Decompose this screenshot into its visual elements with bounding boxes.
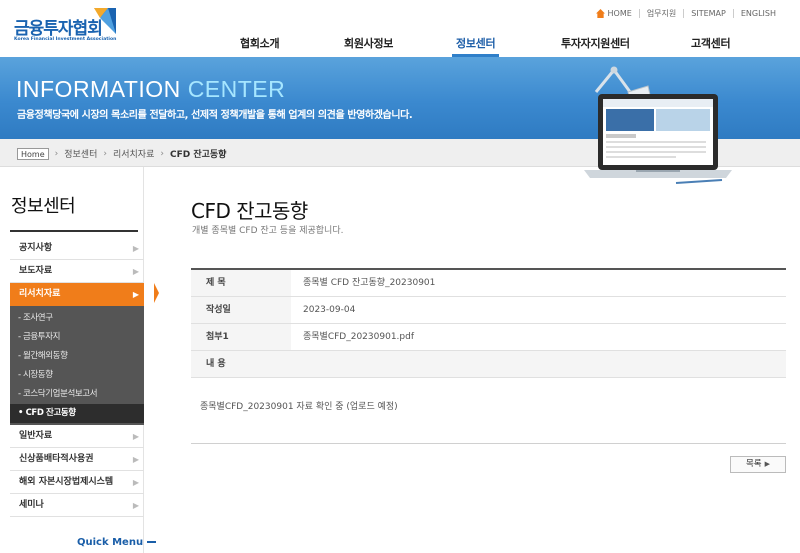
utility-nav: HOME 업무지원 SITEMAP ENGLISH: [595, 8, 776, 19]
util-link-sitemap[interactable]: SITEMAP: [691, 9, 726, 18]
attachment-link[interactable]: 종목별CFD_20230901.pdf: [303, 324, 414, 350]
chevron-right-icon: ▶: [132, 244, 139, 253]
chevron-right-icon: ▶: [132, 478, 139, 487]
chevron-right-icon: ▶: [132, 432, 139, 441]
row-label: 내 용: [191, 351, 786, 377]
nav-customer-center[interactable]: 고객센터: [691, 35, 731, 51]
list-button-label: 목록: [745, 459, 762, 469]
banner-description: 금융정책당국에 시장의 목소리를 전달하고, 선제적 정책개발을 통해 업계의 …: [17, 110, 413, 121]
submenu-item-kosdaq[interactable]: - 코스닥기업분석보고서: [10, 385, 144, 404]
main-nav: 협회소개 회원사정보 정보센터 투자자지원센터 고객센터: [0, 32, 800, 57]
chevron-right-icon: ›: [54, 148, 59, 159]
chevron-right-icon: ▶: [132, 501, 139, 510]
submenu-item-study[interactable]: - 조사연구: [10, 309, 144, 328]
divider: [191, 443, 786, 444]
site-header: 금융투자협회 Korea Financial Investment Associ…: [0, 0, 800, 57]
banner-title: INFORMATION CENTER: [16, 76, 285, 103]
chevron-right-icon: ▶: [132, 455, 139, 464]
sidebar: 정보센터 공지사항 ▶ 보도자료 ▶ 리서치자료 ▶ - 조사연구 - 금융투자…: [0, 167, 159, 553]
nav-members[interactable]: 회원사정보: [344, 35, 393, 51]
sidebar-item-press[interactable]: 보도자료 ▶: [10, 260, 144, 283]
sidebar-item-label: 공지사항: [19, 243, 53, 253]
sidebar-item-label: 일반자료: [19, 431, 53, 441]
sidebar-item-exclusive-rights[interactable]: 신상품배타적사용권 ▶: [10, 448, 144, 471]
submenu-item-market[interactable]: - 시장동향: [10, 366, 144, 385]
sidebar-item-seminar[interactable]: 세미나 ▶: [10, 494, 144, 517]
util-link-english[interactable]: ENGLISH: [741, 9, 776, 18]
divider: [10, 230, 138, 232]
chevron-right-icon: ▶: [132, 267, 139, 276]
breadcrumb-home[interactable]: Home: [17, 147, 49, 160]
sidebar-item-label: 해외 자본시장법제시스템: [19, 477, 114, 487]
nav-investor-support[interactable]: 투자자지원센터: [561, 35, 630, 51]
submenu-item-journal[interactable]: - 금융투자지: [10, 328, 144, 347]
submenu-item-overseas[interactable]: - 월간해외동향: [10, 347, 144, 366]
sidebar-submenu: - 조사연구 - 금융투자지 - 월간해외동향 - 시장동향 - 코스닥기업분석…: [10, 306, 144, 425]
row-value: 2023-09-04: [303, 305, 356, 315]
board-row-title: 제 목 종목별 CFD 잔고동향_20230901: [191, 270, 786, 297]
sidebar-item-label: 신상품배타적사용권: [19, 454, 94, 464]
breadcrumb-item[interactable]: 리서치자료: [113, 147, 154, 160]
sidebar-menu: 공지사항 ▶ 보도자료 ▶ 리서치자료 ▶ - 조사연구 - 금융투자지 - 월…: [10, 237, 159, 517]
divider: [638, 9, 640, 18]
chevron-right-icon: ›: [160, 148, 164, 159]
row-label: 첨부1: [191, 324, 291, 350]
nav-about[interactable]: 협회소개: [240, 35, 280, 51]
board-view: 제 목 종목별 CFD 잔고동향_20230901 작성일 2023-09-04…: [191, 268, 786, 378]
submenu-item-cfd[interactable]: • CFD 잔고동향: [10, 404, 144, 423]
sidebar-item-label: 세미나: [19, 500, 44, 510]
board-row-attachment: 첨부1 종목별CFD_20230901.pdf: [191, 324, 786, 351]
sidebar-item-research[interactable]: 리서치자료 ▶: [10, 283, 159, 306]
sidebar-item-overseas-law[interactable]: 해외 자본시장법제시스템 ▶: [10, 471, 144, 494]
divider: [732, 9, 734, 18]
util-link-business[interactable]: 업무지원: [647, 8, 676, 19]
sidebar-item-label: 리서치자료: [19, 289, 61, 299]
chevron-right-icon: ▶: [132, 290, 139, 299]
home-icon: [595, 9, 605, 18]
sidebar-item-label: 보도자료: [19, 266, 53, 276]
sidebar-item-general[interactable]: 일반자료 ▶: [10, 425, 144, 448]
breadcrumb: Home › 정보센터 › 리서치자료 › CFD 잔고동향: [17, 147, 226, 160]
page-description: 개별 종목별 CFD 잔고 등을 제공합니다.: [192, 226, 344, 236]
quick-menu-label: Quick Menu: [77, 537, 144, 548]
sidebar-title: 정보센터: [11, 196, 76, 217]
banner-title-main: INFORMATION: [16, 76, 181, 102]
chevron-right-icon: ›: [103, 148, 107, 159]
row-label: 제 목: [191, 270, 291, 296]
row-label: 작성일: [191, 297, 291, 323]
page-title: CFD 잔고동향: [191, 199, 308, 223]
chevron-right-icon: ▶: [764, 460, 771, 468]
main-content: CFD 잔고동향 개별 종목별 CFD 잔고 등을 제공합니다. 제 목 종목별…: [145, 167, 800, 553]
breadcrumb-current: CFD 잔고동향: [169, 150, 227, 160]
divider: [683, 9, 685, 18]
post-body: 종목별CFD_20230901 자료 확인 중 (업로드 예정): [200, 402, 398, 412]
board-row-content: 내 용: [191, 351, 786, 378]
breadcrumb-item[interactable]: 정보센터: [64, 147, 97, 160]
nav-info-center[interactable]: 정보센터: [456, 35, 496, 51]
sidebar-item-notice[interactable]: 공지사항 ▶: [10, 237, 144, 260]
board-row-date: 작성일 2023-09-04: [191, 297, 786, 324]
banner-title-accent: CENTER: [187, 76, 286, 102]
util-link-home[interactable]: HOME: [608, 9, 632, 18]
row-value: 종목별 CFD 잔고동향_20230901: [303, 278, 436, 288]
list-button[interactable]: 목록 ▶: [730, 456, 786, 473]
